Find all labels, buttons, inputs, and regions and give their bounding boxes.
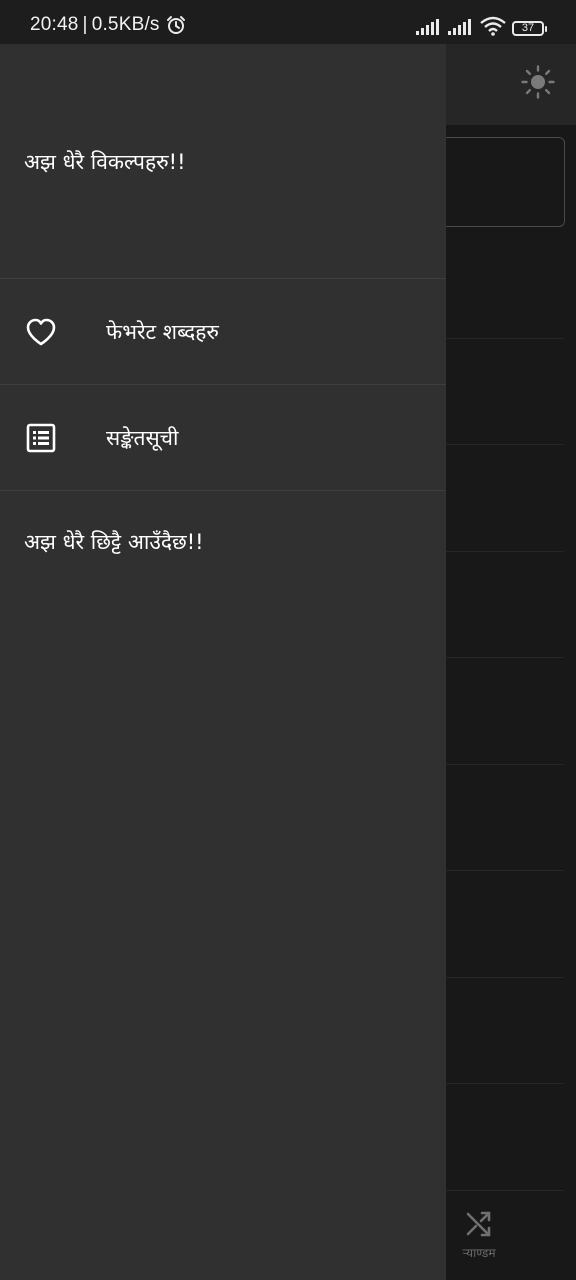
- list-item[interactable]: [430, 871, 564, 978]
- drawer-item-label: सङ्केतसूची: [106, 425, 179, 450]
- status-time-group: 20:48 | 0.5KB/s: [30, 14, 186, 36]
- alarm-icon: [166, 15, 186, 35]
- status-time: 20:48: [30, 14, 79, 35]
- heart-outline-icon: [24, 315, 58, 349]
- random-tab-label: र्‍याण्डम: [462, 1246, 496, 1260]
- status-separator: |: [82, 14, 88, 35]
- drawer-item-favorite-words[interactable]: फेभरेट शब्दहरु: [0, 279, 446, 385]
- list-icon: [24, 421, 58, 455]
- list-item[interactable]: [430, 339, 564, 445]
- navigation-drawer: अझ धेरै विकल्पहरु!! फेभरेट शब्दहरु सङ्के…: [0, 44, 446, 1280]
- wifi-icon: [480, 16, 506, 40]
- sun-icon: [521, 65, 555, 103]
- random-tab[interactable]: र्‍याण्डम: [454, 1210, 504, 1261]
- list-item[interactable]: [430, 552, 564, 658]
- shuffle-icon: [465, 1211, 493, 1242]
- network-speed: 0.5KB/s: [91, 14, 160, 35]
- list-item[interactable]: [430, 978, 564, 1084]
- battery-icon: 37: [512, 20, 547, 36]
- list-item[interactable]: [430, 232, 564, 339]
- drawer-header-text: अझ धेरै विकल्पहरु!!: [24, 150, 186, 174]
- signal-icon: [448, 17, 474, 39]
- list-item[interactable]: [430, 445, 564, 552]
- list-item[interactable]: [430, 1084, 564, 1191]
- theme-toggle-button[interactable]: [518, 64, 558, 104]
- battery-level: 37: [521, 21, 535, 34]
- list-item[interactable]: [430, 765, 564, 871]
- screen: 20:48 | 0.5KB/s: [0, 0, 576, 1280]
- search-box[interactable]: [430, 137, 565, 227]
- status-icons: 37: [416, 16, 547, 40]
- signal-icon: [416, 17, 442, 39]
- status-bar: 20:48 | 0.5KB/s 37: [0, 0, 576, 44]
- list-item[interactable]: [430, 658, 564, 765]
- bottom-nav: र्‍याण्डम: [446, 1204, 576, 1280]
- drawer-footer-text: अझ धेरै छिट्टै आउँदैछ!!: [24, 530, 204, 554]
- drawer-item-abbreviations[interactable]: सङ्केतसूची: [0, 385, 446, 491]
- drawer-header: अझ धेरै विकल्पहरु!!: [0, 44, 446, 279]
- drawer-item-label: फेभरेट शब्दहरु: [106, 319, 219, 344]
